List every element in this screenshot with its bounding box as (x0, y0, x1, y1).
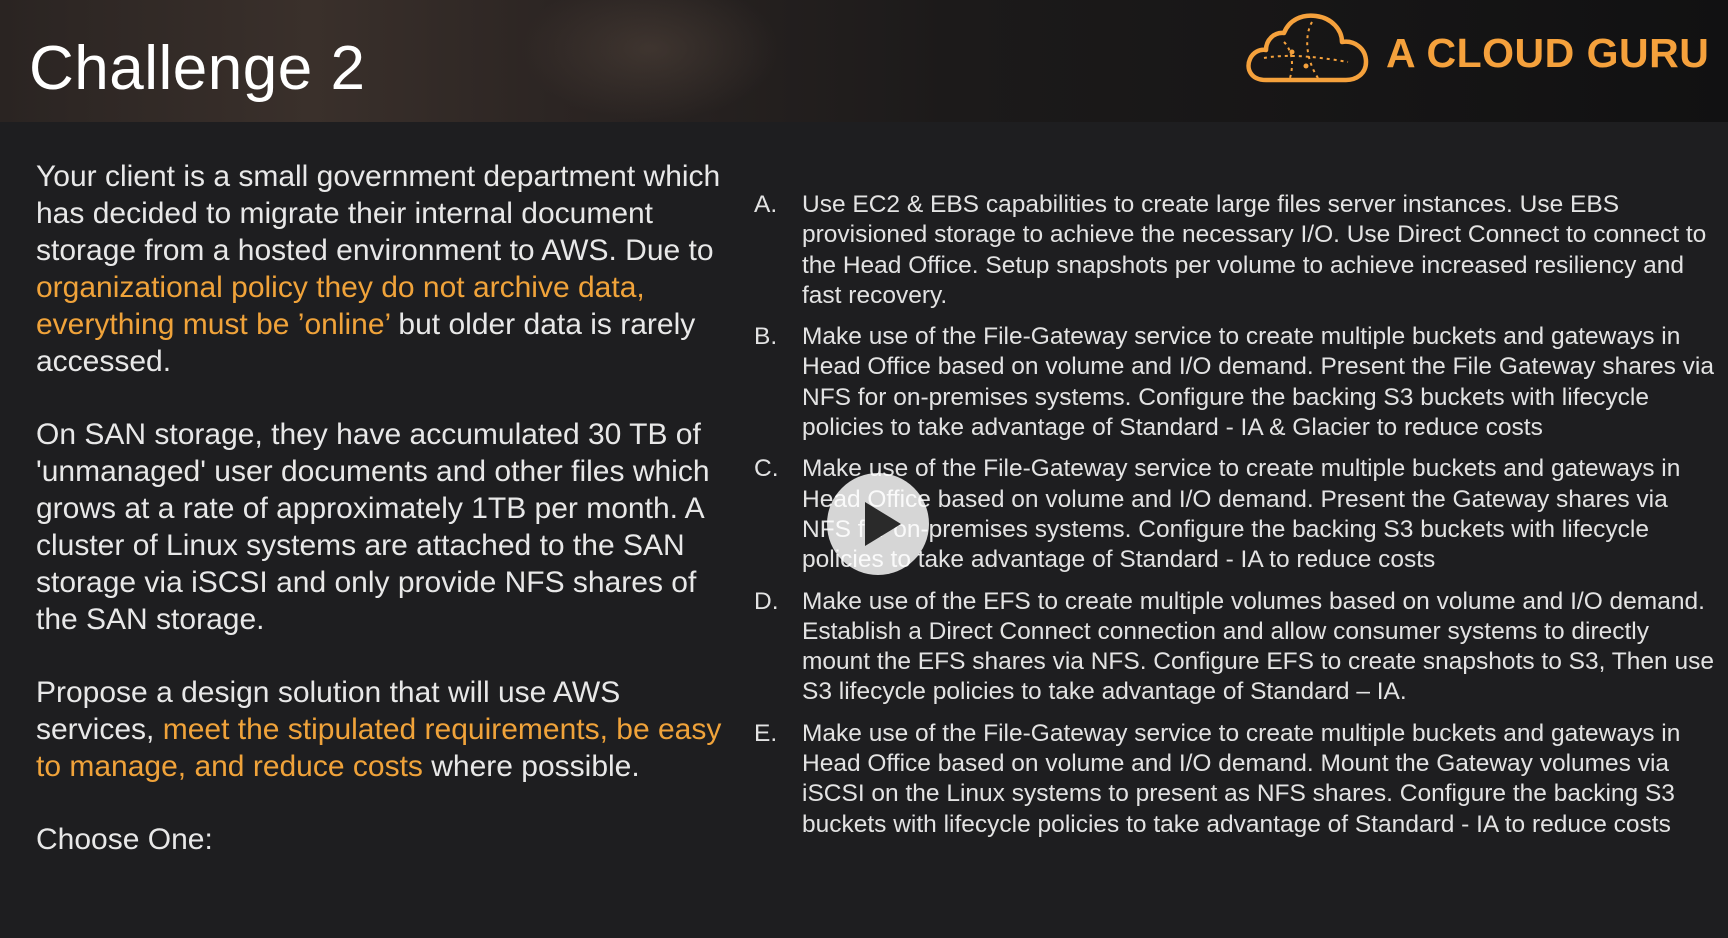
header-background-shade (520, 0, 780, 122)
option-b: B. Make use of the File-Gateway service … (754, 322, 1714, 443)
option-a: A. Use EC2 & EBS capabilities to create … (754, 190, 1714, 311)
scenario-paragraph-3: Propose a design solution that will use … (36, 674, 726, 785)
option-e: E. Make use of the File-Gateway service … (754, 719, 1714, 840)
option-text: Make use of the File-Gateway service to … (802, 455, 1681, 574)
option-letter: D. (754, 587, 779, 615)
option-text: Make use of the EFS to create multiple v… (802, 587, 1714, 706)
scenario-panel: Your client is a small government depart… (36, 158, 726, 894)
option-d: D. Make use of the EFS to create multipl… (754, 587, 1714, 708)
option-text: Make use of the File-Gateway service to … (802, 719, 1681, 838)
play-button[interactable] (827, 473, 929, 575)
option-letter: C. (754, 455, 779, 483)
brand-logo: A CLOUD GURU (1244, 12, 1714, 86)
option-letter: E. (754, 719, 778, 747)
option-letter: A. (754, 191, 778, 218)
scenario-text: where possible. (422, 750, 640, 783)
scenario-paragraph-1: Your client is a small government depart… (36, 158, 726, 380)
slide-title: Challenge 2 (29, 34, 366, 103)
scenario-text: Your client is a small government depart… (36, 160, 721, 267)
cloud-icon (1246, 13, 1369, 83)
play-icon[interactable] (865, 502, 901, 546)
option-text: Use EC2 & EBS capabilities to create lar… (802, 191, 1707, 309)
scenario-paragraph-2: On SAN storage, they have accumulated 30… (36, 418, 710, 636)
slide-header: Challenge 2 A CLOUD GURU (0, 0, 1728, 122)
brand-name: A CLOUD GURU (1386, 30, 1710, 76)
option-text: Make use of the File-Gateway service to … (802, 323, 1714, 442)
option-letter: B. (754, 323, 778, 351)
video-slide: Challenge 2 A CLOUD GURU Your client is … (0, 0, 1728, 938)
choose-prompt: Choose One: (36, 823, 213, 856)
